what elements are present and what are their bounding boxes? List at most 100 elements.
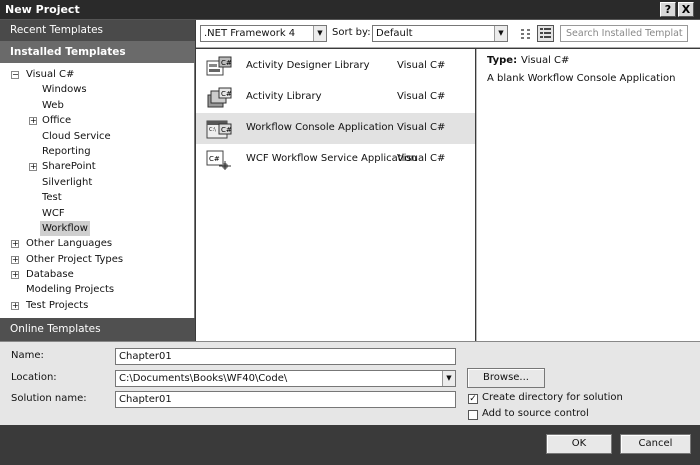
tree-item-label: Visual C# [26, 69, 75, 80]
framework-dropdown[interactable]: .NET Framework 4 ▼ [200, 25, 327, 42]
tree-item-label: Database [26, 269, 74, 281]
expand-icon[interactable]: + [11, 301, 19, 310]
chevron-down-icon: ▼ [494, 26, 507, 41]
sort-by-label: Sort by: [332, 27, 371, 38]
tree-item[interactable]: Workflow [0, 220, 195, 236]
location-value: C:\Documents\Books\WF40\Code\ [119, 373, 288, 384]
template-language: Visual C# [397, 60, 446, 71]
expand-icon[interactable]: + [11, 240, 19, 249]
chevron-down-icon[interactable]: ▼ [442, 371, 455, 386]
title-bar: New Project ? X [0, 0, 700, 20]
activity-library-icon: C# [205, 87, 233, 109]
expand-icon[interactable]: + [29, 117, 37, 126]
tree-item[interactable]: Modeling Projects [0, 282, 195, 297]
expand-icon[interactable]: + [29, 163, 37, 172]
new-project-dialog: New Project ? X Recent Templates Install… [0, 0, 700, 465]
sort-by-value: Default [376, 28, 413, 39]
close-button[interactable]: X [678, 2, 694, 17]
tree-item[interactable]: Windows [0, 82, 195, 97]
tree-item[interactable]: + SharePoint [0, 159, 195, 174]
list-view-icon [540, 28, 551, 38]
location-label: Location: [11, 372, 57, 383]
tree-item[interactable]: − Visual C# [0, 67, 195, 82]
tree-item-label: Reporting [42, 145, 91, 157]
tree-item[interactable]: Reporting [0, 144, 195, 159]
solution-name-label: Solution name: [11, 393, 87, 404]
create-directory-checkbox[interactable]: ✓ [468, 394, 478, 404]
ok-button[interactable]: OK [546, 434, 612, 454]
template-language: Visual C# [397, 91, 446, 102]
template-item[interactable]: C# Activity Designer Library Visual C# [196, 51, 475, 82]
list-view-button[interactable] [537, 25, 554, 42]
template-item[interactable]: C# WCF Workflow Service Application Visual… [196, 144, 475, 175]
template-name: Activity Library [246, 91, 322, 102]
svg-text:C#: C# [221, 90, 232, 98]
template-tree: − Visual C# Windows Web + Office Cloud Service… [0, 67, 195, 313]
tree-item[interactable]: Cloud Service [0, 129, 195, 144]
tree-item-label: Office [42, 115, 72, 127]
tree-item[interactable]: Silverlight [0, 175, 195, 190]
project-name-input[interactable]: Chapter01 [115, 348, 456, 365]
tree-item[interactable]: + Other Languages [0, 236, 195, 251]
tree-item-label: Modeling Projects [26, 284, 115, 296]
svg-text:C#: C# [221, 126, 232, 134]
template-name: Activity Designer Library [246, 60, 370, 71]
tree-item[interactable]: + Office [0, 113, 195, 128]
search-installed-templates-input[interactable]: Search Installed Templat [560, 25, 688, 42]
name-label: Name: [11, 350, 44, 361]
type-value: Visual C# [521, 55, 570, 66]
tree-item-label: Windows [42, 84, 87, 96]
browse-button[interactable]: Browse... [467, 368, 545, 388]
template-description: A blank Workflow Console Application [487, 73, 676, 84]
tree-item-label: SharePoint [42, 161, 96, 173]
expand-icon[interactable]: + [11, 271, 19, 280]
template-categories-panel: Recent Templates Installed Templates − Vi… [0, 20, 195, 341]
template-name: Workflow Console Application [246, 122, 394, 133]
tree-item[interactable]: Web [0, 98, 195, 113]
template-item[interactable]: C# Activity Library Visual C# [196, 82, 475, 113]
chevron-down-icon: ▼ [313, 26, 326, 41]
tree-item[interactable]: Test [0, 190, 195, 205]
template-list: C# Activity Designer Library Visual C# C# Ac… [196, 49, 475, 341]
tree-item[interactable]: WCF [0, 206, 195, 221]
small-icons-icon [521, 29, 530, 39]
tree-item[interactable]: + Database [0, 267, 195, 282]
template-item[interactable]: C:\ C# Workflow Console Application Visual … [196, 113, 475, 144]
tree-item-label: WCF [42, 207, 65, 219]
dialog-footer: OK Cancel [0, 425, 700, 465]
recent-templates-header[interactable]: Recent Templates [0, 20, 195, 41]
wcf-workflow-icon: C# [205, 149, 233, 171]
window-title: New Project [5, 3, 80, 16]
type-label: Type: [487, 55, 518, 66]
tree-item[interactable]: + Other Project Types [0, 252, 195, 267]
small-icons-view-button[interactable] [517, 25, 534, 42]
help-button[interactable]: ? [660, 2, 676, 17]
workflow-console-icon: C:\ C# [205, 118, 233, 140]
collapse-icon[interactable]: − [11, 71, 19, 79]
tree-item-label: Other Languages [26, 238, 113, 250]
cancel-button[interactable]: Cancel [620, 434, 691, 454]
tree-item-label: Cloud Service [42, 130, 111, 142]
sort-by-dropdown[interactable]: Default ▼ [372, 25, 508, 42]
svg-text:C#: C# [209, 155, 220, 163]
template-language: Visual C# [397, 122, 446, 133]
online-templates-header[interactable]: Online Templates [0, 318, 195, 341]
template-details-panel: Type: Visual C# A blank Workflow Console… [476, 49, 700, 341]
solution-name-input[interactable]: Chapter01 [115, 391, 456, 408]
installed-templates-header[interactable]: Installed Templates [0, 41, 195, 63]
expand-icon[interactable]: + [11, 255, 19, 264]
location-combobox[interactable]: C:\Documents\Books\WF40\Code\ ▼ [115, 370, 456, 387]
svg-text:C#: C# [221, 59, 232, 67]
tree-item[interactable]: + Test Projects [0, 298, 195, 313]
source-control-checkbox[interactable] [468, 410, 478, 420]
source-control-label: Add to source control [482, 408, 589, 419]
tree-item-label: Other Project Types [26, 253, 124, 265]
template-toolbar: .NET Framework 4 ▼ Sort by: Default ▼ Se… [196, 20, 700, 48]
tree-item-label: Silverlight [42, 176, 93, 188]
template-name: WCF Workflow Service Application [246, 153, 417, 164]
tree-item-label: Workflow [40, 220, 90, 236]
project-form: Name: Chapter01 Location: C:\Documents\B… [0, 341, 700, 425]
tree-item-label: Test [42, 192, 62, 204]
tree-item-label: Test Projects [26, 299, 89, 311]
tree-item-label: Web [42, 99, 64, 111]
